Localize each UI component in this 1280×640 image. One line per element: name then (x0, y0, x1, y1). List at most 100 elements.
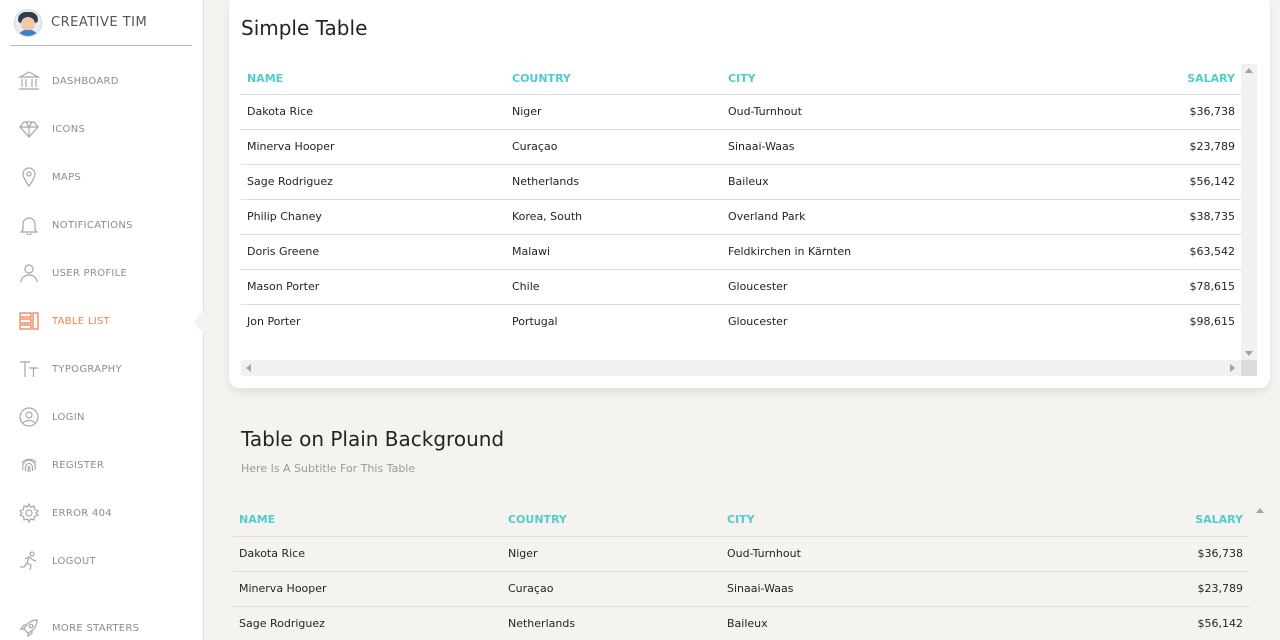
cell-salary: $36,738 (1022, 94, 1241, 130)
sidebar-item-error-404[interactable]: ERROR 404 (18, 501, 198, 525)
cell-country: Portugal (512, 315, 558, 329)
sidebar-item-register[interactable]: REGISTER (18, 453, 198, 477)
simple-table-card: Simple Table NAME COUNTRY CITY SALARY Da… (229, 0, 1270, 388)
active-indicator (193, 310, 205, 334)
plain-table-container[interactable]: NAME COUNTRY CITY SALARY Dakota Rice Nige… (233, 503, 1268, 640)
plain-table-title: Table on Plain Background (241, 427, 505, 451)
cell-salary: $56,142 (1197, 617, 1244, 631)
bank-icon (18, 70, 40, 92)
scroll-down-icon[interactable] (1245, 351, 1253, 356)
cell-name: Sage Rodriguez (239, 617, 325, 631)
sidebar-item-table-list[interactable]: TABLE LIST (18, 309, 198, 333)
sidebar-item-login[interactable]: LOGIN (18, 405, 198, 429)
cell-salary: $36,738 (1026, 536, 1249, 572)
cell-name: Philip Chaney (241, 199, 506, 235)
sidebar-item-typography[interactable]: TYPOGRAPHY (18, 357, 198, 381)
sidebar-item-more-starters[interactable]: MORE STARTERS (18, 616, 198, 640)
cell-salary: $23,789 (1022, 129, 1241, 165)
sidebar-item-label: MORE STARTERS (52, 622, 140, 634)
runner-icon (18, 550, 40, 572)
sidebar-item-label: REGISTER (52, 459, 105, 471)
table-row: Minerva Hooper Curaçao Sinaai-Waas $23,789 (241, 129, 1241, 165)
cell-name: Sage Rodriguez (241, 164, 506, 200)
cell-salary: $56,142 (1022, 164, 1241, 200)
diamond-icon (18, 118, 40, 140)
cell-salary: $63,542 (1022, 234, 1241, 270)
sidebar-item-label: TABLE LIST (52, 315, 111, 327)
cell-salary: $78,615 (1022, 269, 1241, 305)
sidebar-item-label: NOTIFICATIONS (52, 219, 133, 231)
user-icon (18, 262, 40, 284)
column-header-salary: SALARY (1022, 64, 1241, 95)
plain-table: NAME COUNTRY CITY SALARY Dakota Rice Nige… (233, 503, 1249, 640)
sidebar-item-maps[interactable]: MAPS (18, 165, 198, 189)
table-row: Sage Rodriguez Netherlands Baileux $56,142 (233, 606, 1249, 640)
column-header-salary: SALARY (1026, 503, 1249, 537)
column-header-country: COUNTRY (506, 64, 722, 95)
caps-icon (18, 358, 40, 380)
cell-city: Gloucester (728, 315, 788, 329)
table-row: Dakota Rice Niger Oud-Turnhout $36,738 (241, 94, 1241, 130)
sidebar-item-label: USER PROFILE (52, 267, 128, 279)
sidebar-item-label: DASHBOARD (52, 75, 119, 87)
table-row: Doris Greene Malawi Feldkirchen in Kärnten… (241, 234, 1241, 270)
table-row: Sage Rodriguez Netherlands Baileux $56,142 (241, 164, 1241, 200)
sidebar-item-label: ICONS (52, 123, 86, 135)
cell-country: Netherlands (506, 164, 722, 200)
cell-salary: $38,735 (1022, 199, 1241, 235)
spaceship-icon (18, 617, 40, 639)
cell-city: Baileux (727, 617, 768, 631)
sidebar-item-user-profile[interactable]: USER PROFILE (18, 261, 198, 285)
table-row: Philip Chaney Korea, South Overland Park $3… (241, 199, 1241, 235)
brand[interactable]: CREATIVE TIM (10, 0, 192, 46)
scroll-up-icon[interactable] (1256, 508, 1264, 513)
brand-name: CREATIVE TIM (51, 15, 148, 30)
cell-salary: $98,615 (1189, 315, 1236, 329)
cell-name: Minerva Hooper (241, 129, 506, 165)
cell-country: Curaçao (506, 129, 722, 165)
table-header-row: NAME COUNTRY CITY SALARY (241, 64, 1241, 95)
scroll-left-icon[interactable] (246, 364, 251, 372)
fingerprint-icon (18, 454, 40, 476)
sidebar-item-icons[interactable]: ICONS (18, 117, 198, 141)
cell-country: Niger (502, 536, 721, 572)
sidebar-item-label: ERROR 404 (52, 507, 112, 519)
table-row: Minerva Hooper Curaçao Sinaai-Waas $23,789 (233, 571, 1249, 607)
sidebar-item-logout[interactable]: LOGOUT (18, 549, 198, 573)
column-header-name: NAME (241, 64, 506, 95)
cell-name: Doris Greene (241, 234, 506, 270)
cell-country: Niger (506, 94, 722, 130)
scroll-up-icon[interactable] (1245, 68, 1253, 73)
cell-salary: $23,789 (1026, 571, 1249, 607)
sidebar-item-dashboard[interactable]: DASHBOARD (18, 69, 198, 93)
avatar (14, 8, 42, 37)
sidebar-item-notifications[interactable]: NOTIFICATIONS (18, 213, 198, 237)
sidebar-item-label: LOGIN (52, 411, 85, 423)
horizontal-scrollbar[interactable] (241, 360, 1241, 376)
table-row: Dakota Rice Niger Oud-Turnhout $36,738 (233, 536, 1249, 572)
user-circle-icon (18, 406, 40, 428)
cell-name: Jon Porter (247, 315, 301, 329)
vertical-scrollbar[interactable] (1241, 64, 1257, 360)
scroll-right-icon[interactable] (1230, 364, 1235, 372)
table-row: Mason Porter Chile Gloucester $78,615 (241, 269, 1241, 305)
cell-city: Sinaai-Waas (722, 129, 1022, 165)
cell-name: Dakota Rice (233, 536, 502, 572)
settings-icon (18, 502, 40, 524)
tile-icon (18, 310, 40, 332)
cell-city: Gloucester (722, 269, 1022, 305)
cell-city: Overland Park (722, 199, 1022, 235)
sidebar-item-label: LOGOUT (52, 555, 96, 567)
cell-name: Minerva Hooper (233, 571, 502, 607)
table-header-row: NAME COUNTRY CITY SALARY (233, 503, 1249, 537)
cell-city: Oud-Turnhout (722, 94, 1022, 130)
cell-country: Chile (506, 269, 722, 305)
cell-name: Mason Porter (241, 269, 506, 305)
cell-city: Oud-Turnhout (721, 536, 1026, 572)
sidebar-item-label: TYPOGRAPHY (52, 363, 122, 375)
vertical-scrollbar[interactable] (1252, 503, 1268, 640)
sidebar: CREATIVE TIM DASHBOARD ICONS MAPS NOTIFI… (0, 0, 204, 640)
simple-table-container[interactable]: NAME COUNTRY CITY SALARY Dakota Rice Nige… (241, 64, 1257, 376)
card-title: Simple Table (241, 16, 368, 40)
plain-table-subtitle: Here Is A Subtitle For This Table (241, 462, 416, 475)
